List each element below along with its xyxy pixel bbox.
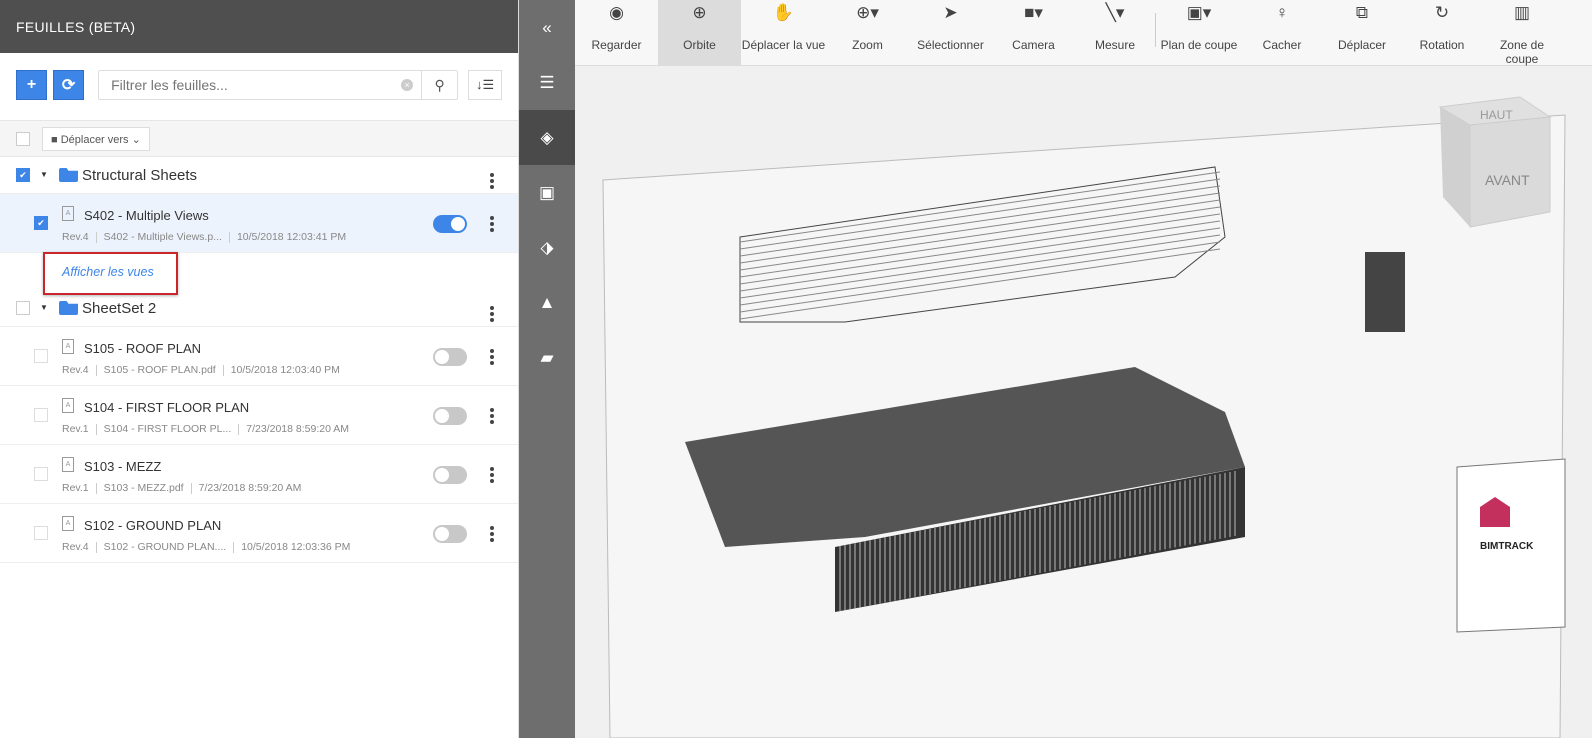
- move-icon: ⧉: [1355, 3, 1369, 22]
- more-icon[interactable]: [490, 304, 494, 324]
- visibility-toggle[interactable]: [433, 466, 467, 484]
- tool-9[interactable]: ⧉ Déplacer: [1322, 0, 1402, 66]
- caret-down-icon[interactable]: ▼: [40, 170, 48, 179]
- sheet-checkbox[interactable]: ✔: [34, 216, 48, 230]
- folder-row[interactable]: ▼ SheetSet 2: [0, 290, 518, 327]
- bulb-icon: ♀: [1275, 3, 1289, 22]
- visibility-toggle[interactable]: [433, 525, 467, 543]
- tool-8[interactable]: ♀ Cacher: [1242, 0, 1322, 66]
- sheet-drawing: BIMTRACK HAUT AVANT: [602, 96, 1566, 738]
- visibility-toggle[interactable]: [433, 348, 467, 366]
- warning-icon[interactable]: ▲: [519, 275, 575, 330]
- folder-checkbox[interactable]: ✔: [16, 168, 30, 182]
- sheet-checkbox[interactable]: [34, 526, 48, 540]
- section-box-icon: ▥: [1513, 3, 1531, 22]
- sheet-checkbox[interactable]: [34, 349, 48, 363]
- viewer-toolbar: ◉ Regarder ⊕ Orbite ✋ Déplacer la vue ⊕▾ Zoom ➤ S…: [575, 0, 1592, 66]
- tags-icon[interactable]: ⬗: [519, 220, 575, 275]
- zoom-icon: ⊕▾: [856, 3, 879, 22]
- folder-icon: [59, 301, 78, 315]
- icon-rail: «☰ ◈ ▣ ⬗ ▲ ▰: [519, 0, 575, 738]
- pdf-icon: A: [62, 339, 74, 354]
- collapse-icon[interactable]: «: [519, 0, 575, 55]
- tool-6[interactable]: ╲▾ Mesure: [1075, 0, 1155, 66]
- pdf-icon: A: [62, 457, 74, 472]
- folder-icon: [59, 168, 78, 182]
- clear-icon[interactable]: ×: [401, 79, 414, 91]
- tool-3[interactable]: ⊕▾ Zoom: [826, 0, 909, 66]
- search-box: × ⚲: [98, 70, 459, 100]
- more-icon[interactable]: [490, 171, 494, 191]
- tool-10[interactable]: ↻ Rotation: [1402, 0, 1482, 66]
- sort-button[interactable]: ↓☰: [468, 70, 502, 100]
- sheet-row[interactable]: ✔ A S402 - Multiple Views Rev.4 S402 - Mu…: [0, 194, 518, 253]
- rotate-icon: ↻: [1434, 3, 1450, 22]
- sheet-checkbox[interactable]: [34, 467, 48, 481]
- folder-open-icon[interactable]: ▰: [519, 330, 575, 385]
- caret-down-icon[interactable]: ▼: [40, 303, 48, 312]
- section-plane-icon: ▣▾: [1186, 3, 1212, 22]
- tool-5[interactable]: ■▾ Camera: [992, 0, 1075, 66]
- view-cube[interactable]: HAUT AVANT: [1438, 96, 1552, 228]
- more-icon[interactable]: [490, 406, 494, 426]
- pdf-icon: A: [62, 206, 74, 221]
- tool-4[interactable]: ➤ Sélectionner: [909, 0, 992, 66]
- select-all-checkbox[interactable]: [16, 132, 30, 146]
- tool-7[interactable]: ▣▾ Plan de coupe: [1156, 0, 1242, 66]
- svg-text:HAUT: HAUT: [1480, 108, 1513, 122]
- search-button[interactable]: ⚲: [421, 71, 457, 99]
- tool-1[interactable]: ⊕ Orbite: [658, 0, 741, 66]
- folder-checkbox[interactable]: [16, 301, 30, 315]
- orbit-icon: ⊕: [692, 3, 707, 22]
- svg-text:BIMTRACK: BIMTRACK: [1480, 541, 1534, 552]
- sheet-row[interactable]: A S105 - ROOF PLAN Rev.4 S105 - ROOF PLAN…: [0, 327, 518, 386]
- tool-0[interactable]: ◉ Regarder: [575, 0, 658, 66]
- panel-title: FEUILLES (BETA): [0, 0, 518, 53]
- layers-icon[interactable]: ◈: [519, 110, 575, 165]
- more-icon[interactable]: [490, 465, 494, 485]
- camera-icon: ■▾: [1024, 3, 1043, 22]
- show-views-link[interactable]: Afficher les vues: [43, 252, 178, 295]
- refresh-button[interactable]: ⟳: [53, 70, 85, 100]
- move-to-button[interactable]: ■ Déplacer vers ⌄: [42, 127, 150, 151]
- add-sheet-button[interactable]: +: [16, 70, 48, 100]
- tool-2[interactable]: ✋ Déplacer la vue: [741, 0, 826, 66]
- visibility-toggle[interactable]: [433, 215, 467, 233]
- visibility-toggle[interactable]: [433, 407, 467, 425]
- sheets-list-icon[interactable]: ☰: [519, 55, 575, 110]
- keyhole-icon[interactable]: ▣: [519, 165, 575, 220]
- pdf-icon: A: [62, 398, 74, 413]
- 3d-viewer[interactable]: BIMTRACK HAUT AVANT: [575, 67, 1592, 738]
- svg-text:AVANT: AVANT: [1485, 172, 1530, 188]
- search-input[interactable]: [99, 77, 402, 93]
- eye-icon: ◉: [609, 3, 624, 22]
- ruler-icon: ╲▾: [1105, 3, 1125, 22]
- sheet-checkbox[interactable]: [34, 408, 48, 422]
- more-icon[interactable]: [490, 524, 494, 544]
- pdf-icon: A: [62, 516, 74, 531]
- tool-11[interactable]: ▥ Zone de coupe: [1482, 0, 1562, 66]
- more-icon[interactable]: [490, 347, 494, 367]
- bulk-actions-bar: ■ Déplacer vers ⌄: [0, 120, 518, 157]
- hand-icon: ✋: [772, 3, 795, 22]
- sheet-row[interactable]: A S103 - MEZZ Rev.1 S103 - MEZZ.pdf 7/23/2…: [0, 445, 518, 504]
- sheet-row[interactable]: A S102 - GROUND PLAN Rev.4 S102 - GROUND …: [0, 504, 518, 563]
- sheet-row[interactable]: A S104 - FIRST FLOOR PLAN Rev.1 S104 - FI…: [0, 386, 518, 445]
- cursor-icon: ➤: [943, 3, 958, 22]
- sheets-panel: FEUILLES (BETA) + ⟳ × ⚲ ↓☰ ■ Déplacer ve…: [0, 0, 519, 738]
- folder-row[interactable]: ✔ ▼ Structural Sheets: [0, 157, 518, 194]
- more-icon[interactable]: [490, 214, 494, 234]
